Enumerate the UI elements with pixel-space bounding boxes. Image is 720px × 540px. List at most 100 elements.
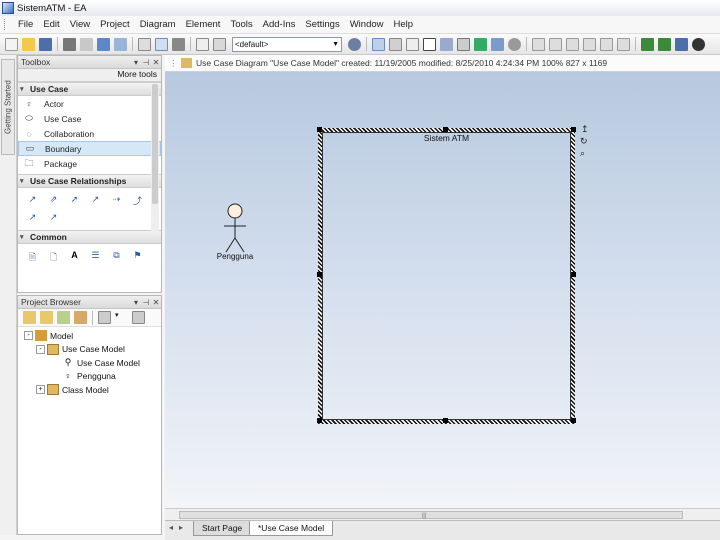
menu-file[interactable]: File bbox=[13, 19, 38, 30]
print-preview-icon[interactable] bbox=[172, 37, 185, 51]
align-center-icon[interactable] bbox=[549, 37, 562, 51]
refresh-icon[interactable]: ↻ bbox=[580, 136, 588, 147]
menu-add-ins[interactable]: Add-Ins bbox=[258, 19, 301, 30]
chevron-down-icon[interactable]: ▾ bbox=[115, 311, 128, 324]
table-icon[interactable] bbox=[457, 37, 470, 51]
dropdown-icon[interactable]: ▾ bbox=[131, 298, 141, 307]
note-icon[interactable] bbox=[406, 37, 419, 51]
quick-linker-icon[interactable]: ↥ bbox=[581, 124, 589, 135]
print-icon[interactable] bbox=[63, 37, 76, 51]
section-use-case[interactable]: ▾ Use Case bbox=[18, 82, 161, 96]
section-use-case-relationships[interactable]: ▾ Use Case Relationships bbox=[18, 174, 161, 188]
artifact-icon[interactable]: 🗋 bbox=[46, 250, 62, 264]
resize-handle[interactable] bbox=[571, 272, 576, 277]
constraint-icon[interactable]: ⧉ bbox=[109, 250, 125, 264]
new-package-icon[interactable] bbox=[23, 311, 36, 324]
page-setup-icon[interactable] bbox=[196, 37, 209, 51]
tab-start-page[interactable]: Start Page bbox=[193, 521, 252, 536]
tabs-scroll-right-icon[interactable]: ▸ bbox=[179, 523, 183, 532]
list-icon[interactable] bbox=[389, 37, 402, 51]
text-icon[interactable]: A bbox=[67, 250, 83, 264]
menu-view[interactable]: View bbox=[65, 19, 95, 30]
collapse-toggle[interactable]: - bbox=[24, 331, 33, 341]
tree-item-use-case-model-package[interactable]: - Use Case Model bbox=[18, 343, 161, 357]
properties-icon[interactable] bbox=[213, 37, 226, 51]
scroll-thumb[interactable]: ||| bbox=[418, 513, 430, 519]
tool-actor[interactable]: ♀ Actor bbox=[18, 96, 161, 111]
legend-icon[interactable]: ⚑ bbox=[130, 250, 146, 264]
align-top-icon[interactable] bbox=[583, 37, 596, 51]
precedes-icon[interactable]: ↗ bbox=[46, 212, 62, 226]
new-folder-icon[interactable] bbox=[40, 311, 53, 324]
note-icon[interactable]: 🗎 bbox=[25, 250, 41, 264]
tabs-scroll-left-icon[interactable]: ◂ bbox=[169, 523, 173, 532]
invokes-icon[interactable]: ↗ bbox=[25, 212, 41, 226]
association-icon[interactable]: ↗ bbox=[25, 194, 41, 208]
target-icon[interactable] bbox=[348, 37, 361, 51]
extend-icon[interactable]: ↗ bbox=[88, 194, 104, 208]
view-options-icon[interactable] bbox=[132, 311, 145, 324]
tree-item-pengguna[interactable]: ♀ Pengguna bbox=[18, 370, 161, 384]
pin-icon[interactable]: ⊣ bbox=[141, 298, 151, 307]
collapse-toggle[interactable]: - bbox=[36, 344, 45, 354]
toolbox-scrollbar-thumb[interactable] bbox=[152, 84, 158, 204]
tool-boundary[interactable]: ▭ Boundary bbox=[18, 141, 161, 156]
tool-use-case[interactable]: ⬭ Use Case bbox=[18, 111, 161, 126]
getting-started-tab[interactable]: Getting Started bbox=[1, 59, 15, 155]
menu-help[interactable]: Help bbox=[389, 19, 419, 30]
close-icon[interactable]: ✕ bbox=[151, 58, 161, 67]
realize-icon[interactable]: ⇢ bbox=[109, 194, 125, 208]
undo-icon[interactable] bbox=[97, 37, 110, 51]
resize-handle[interactable] bbox=[317, 272, 322, 277]
include-icon[interactable]: ➚ bbox=[67, 194, 83, 208]
align-left-icon[interactable] bbox=[532, 37, 545, 51]
align-right-icon[interactable] bbox=[566, 37, 579, 51]
menu-element[interactable]: Element bbox=[181, 19, 226, 30]
horizontal-scrollbar[interactable]: ||| bbox=[165, 508, 720, 520]
resize-handle[interactable] bbox=[317, 127, 322, 132]
cut-icon[interactable] bbox=[80, 37, 93, 51]
chart-icon[interactable] bbox=[440, 37, 453, 51]
forward-icon[interactable] bbox=[658, 37, 671, 51]
resize-handle[interactable] bbox=[571, 127, 576, 132]
zoom-icon[interactable] bbox=[692, 37, 705, 51]
diagram-canvas[interactable]: Pengguna Sistem ATM ↥ ↻ ⌕ bbox=[165, 72, 720, 508]
resize-handle[interactable] bbox=[317, 418, 322, 423]
scroll-track[interactable]: ||| bbox=[179, 511, 683, 519]
toolbox-scrollbar[interactable] bbox=[151, 84, 159, 234]
system-boundary[interactable]: Sistem ATM bbox=[318, 128, 575, 424]
generalize-icon[interactable]: ⇗ bbox=[46, 194, 62, 208]
home-icon[interactable] bbox=[675, 37, 688, 51]
zoom-icon[interactable]: ⌕ bbox=[580, 148, 585, 159]
tab-use-case-model[interactable]: *Use Case Model bbox=[249, 521, 334, 536]
pin-icon[interactable]: ⊣ bbox=[141, 58, 151, 67]
menu-tools[interactable]: Tools bbox=[225, 19, 257, 30]
tool-collaboration[interactable]: ◌ Collaboration bbox=[18, 126, 161, 141]
grid-icon[interactable] bbox=[372, 37, 385, 51]
menu-diagram[interactable]: Diagram bbox=[135, 19, 181, 30]
open-folder-icon[interactable] bbox=[22, 37, 35, 51]
menu-settings[interactable]: Settings bbox=[300, 19, 344, 30]
resize-handle[interactable] bbox=[443, 418, 448, 423]
menu-edit[interactable]: Edit bbox=[38, 19, 64, 30]
new-diagram-icon[interactable] bbox=[57, 311, 70, 324]
tree-item-model[interactable]: - Model bbox=[18, 329, 161, 343]
close-icon[interactable]: ✕ bbox=[151, 298, 161, 307]
tree-item-use-case-model-diagram[interactable]: ⚲ Use Case Model bbox=[18, 356, 161, 370]
save-icon[interactable] bbox=[39, 37, 52, 51]
tool-package[interactable]: 🗀 Package bbox=[18, 156, 161, 171]
connector-icon[interactable] bbox=[491, 37, 504, 51]
new-element-icon[interactable] bbox=[74, 311, 87, 324]
resize-handle[interactable] bbox=[443, 127, 448, 132]
sort-icon[interactable] bbox=[98, 311, 111, 324]
workspace-combo[interactable]: <default> ▼ bbox=[232, 36, 342, 52]
new-icon[interactable] bbox=[5, 37, 18, 51]
section-common[interactable]: ▾ Common bbox=[18, 230, 161, 244]
more-tools-link[interactable]: More tools bbox=[18, 69, 161, 82]
menu-window[interactable]: Window bbox=[345, 19, 389, 30]
copy-icon[interactable] bbox=[138, 37, 151, 51]
redo-icon[interactable] bbox=[114, 37, 127, 51]
tree-item-class-model[interactable]: + Class Model bbox=[18, 383, 161, 397]
text-icon[interactable] bbox=[423, 37, 436, 51]
align-bottom-icon[interactable] bbox=[600, 37, 613, 51]
